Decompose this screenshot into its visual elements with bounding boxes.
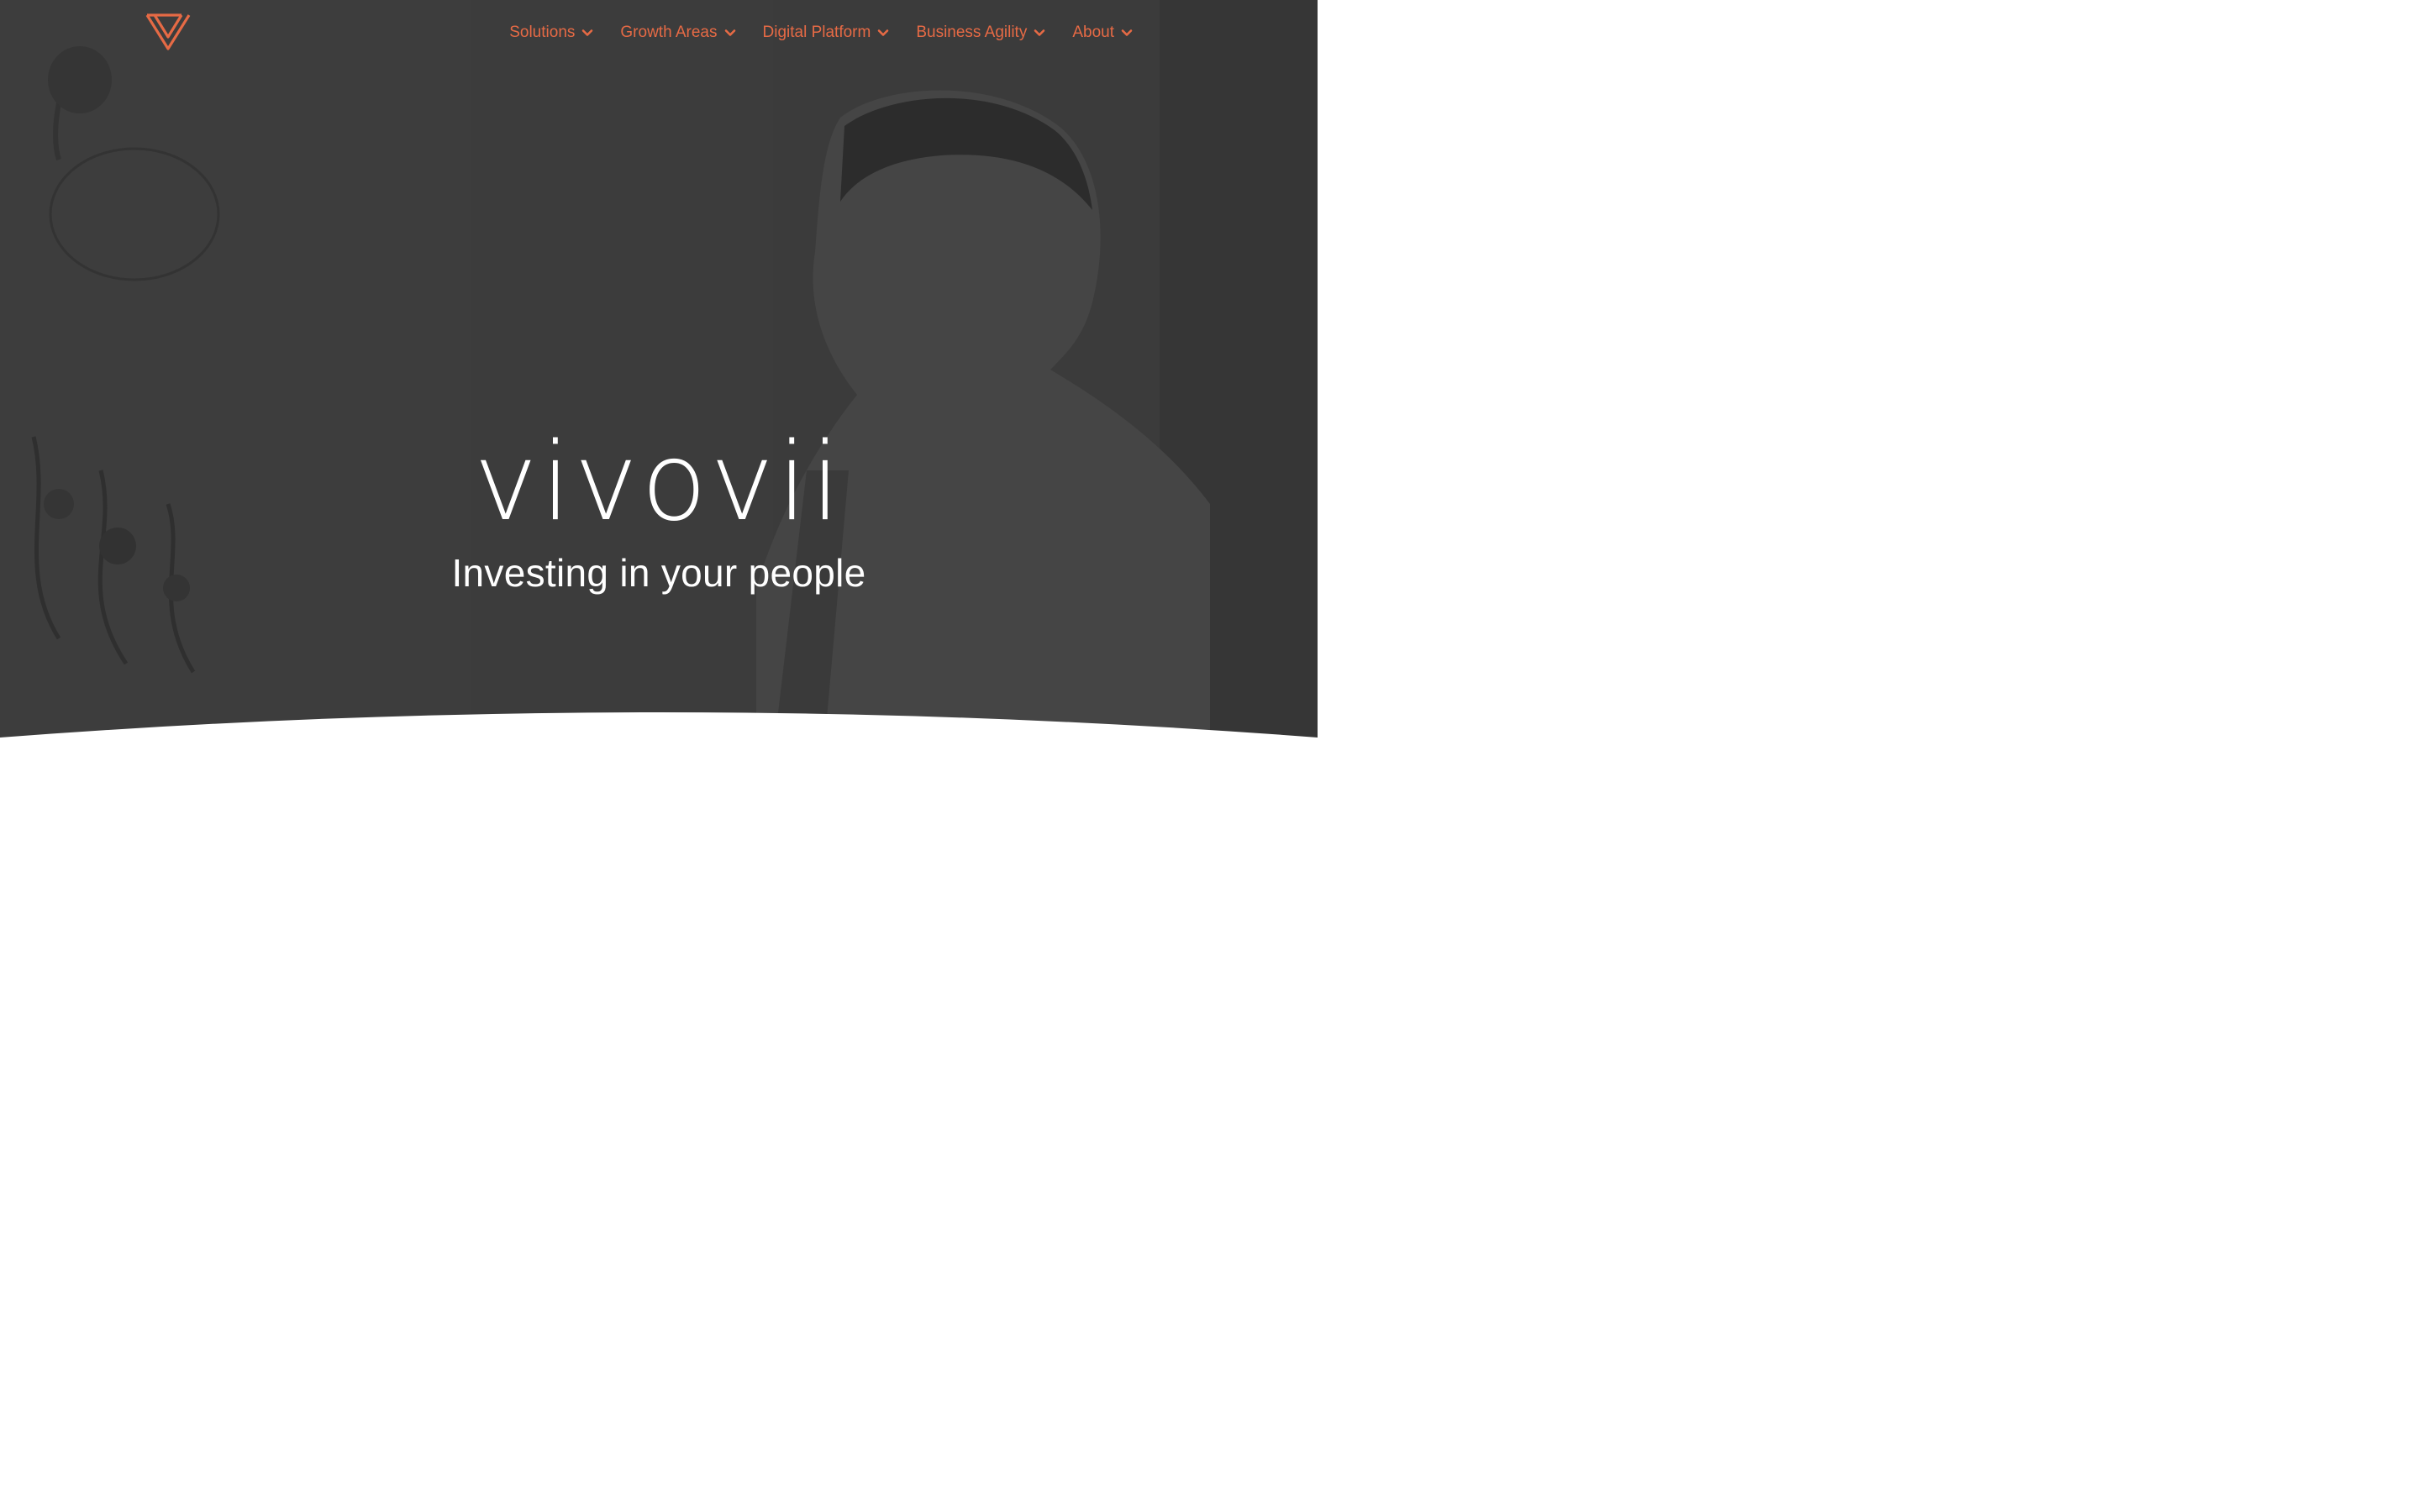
brand-wordmark: vivovii (473, 420, 844, 545)
nav-item-label: Digital Platform (762, 24, 871, 41)
nav-item-about[interactable]: About (1072, 24, 1133, 42)
chevron-down-icon (724, 29, 735, 36)
chevron-down-icon (582, 29, 593, 36)
nav-item-label: Growth Areas (620, 24, 718, 41)
nav-item-growth-areas[interactable]: Growth Areas (620, 24, 735, 42)
hero-section (0, 0, 1318, 756)
nav-item-business-agility[interactable]: Business Agility (916, 24, 1045, 42)
v-logo-icon[interactable] (145, 12, 192, 52)
nav-item-digital-platform[interactable]: Digital Platform (763, 24, 890, 42)
nav-item-label: Business Agility (916, 24, 1028, 41)
chevron-down-icon (1034, 29, 1045, 36)
page: Solutions Growth Areas Digital Platform … (0, 0, 1318, 823)
nav-item-solutions[interactable]: Solutions (509, 24, 593, 42)
chevron-down-icon (1121, 29, 1133, 36)
nav-item-label: Solutions (509, 24, 576, 41)
hero-background-image (0, 0, 1318, 756)
chevron-down-icon (878, 29, 889, 36)
site-header: Solutions Growth Areas Digital Platform … (0, 0, 1318, 67)
nav-item-label: About (1072, 24, 1114, 41)
hero-tagline: Investing in your people (451, 551, 866, 595)
main-nav: Solutions Growth Areas Digital Platform … (509, 20, 1133, 45)
hero-bottom-curve (0, 712, 1318, 823)
